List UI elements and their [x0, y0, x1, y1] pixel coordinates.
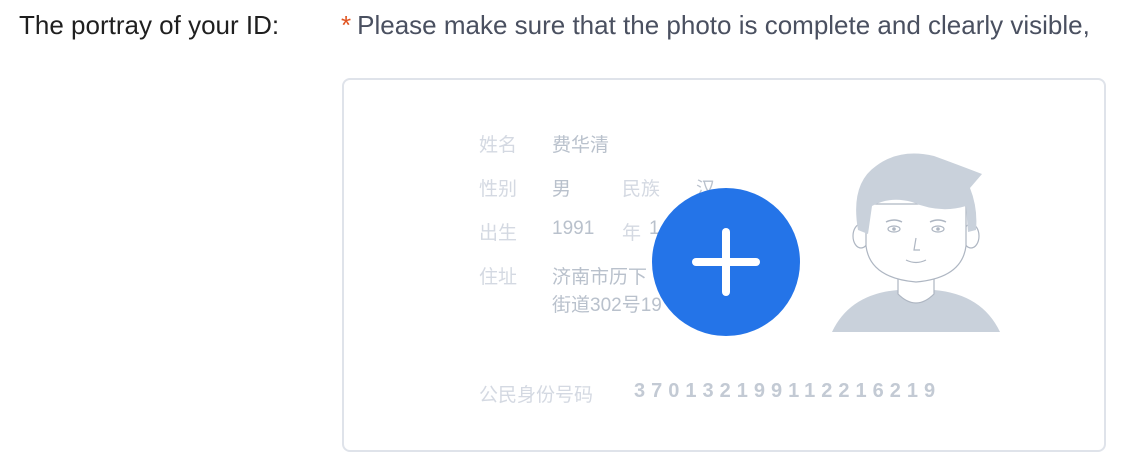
portrait-illustration — [832, 153, 1000, 332]
add-photo-button[interactable] — [652, 188, 800, 336]
id-name-label: 姓名 — [479, 135, 518, 156]
id-photo-label: The portray of your ID: — [19, 10, 280, 40]
upload-hint-text: Please make sure that the photo is compl… — [357, 10, 1090, 40]
id-photo-upload-area[interactable]: 姓名 费华清 性别 男 民族 汉 出生 1991 年 1 住址 济南市历下 街道… — [342, 78, 1106, 452]
id-birth-label: 出生 — [479, 223, 518, 244]
id-address-line2: 街道302号19 — [552, 295, 662, 316]
id-sex-label: 性别 — [479, 179, 518, 200]
id-address-label: 住址 — [479, 267, 518, 288]
id-birth-year: 1991 — [552, 218, 595, 239]
upload-hint: * Please make sure that the photo is comp… — [341, 10, 1090, 41]
required-asterisk: * — [341, 10, 352, 40]
id-number-value: 370132199112216219 — [634, 380, 942, 402]
id-name-value: 费华清 — [552, 135, 610, 156]
id-number-label: 公民身份号码 — [479, 385, 594, 406]
id-sex-value: 男 — [552, 179, 572, 200]
id-birth-year-unit: 年 — [622, 223, 642, 244]
id-address-line1: 济南市历下 — [552, 267, 648, 288]
plus-icon — [692, 228, 760, 296]
